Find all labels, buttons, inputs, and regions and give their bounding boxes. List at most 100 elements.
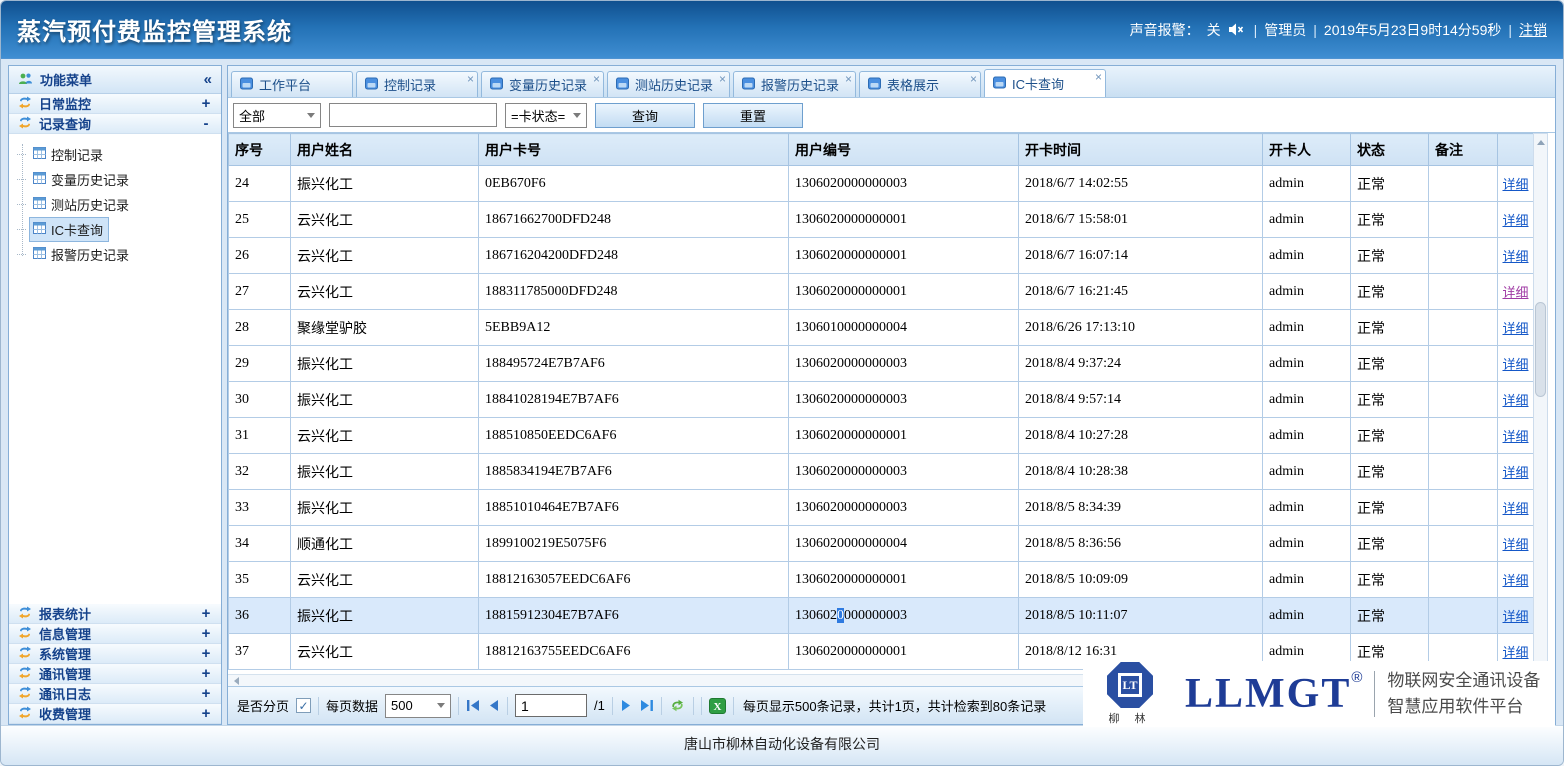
tab-3[interactable]: 测站历史记录 × [607, 71, 730, 97]
tab-close-icon[interactable]: × [593, 73, 600, 85]
sidebar-tree-item[interactable]: 变量历史记录 [9, 167, 221, 192]
detail-link[interactable]: 详细 [1502, 285, 1528, 300]
speaker-muted-icon[interactable] [1228, 22, 1247, 37]
detail-link[interactable]: 详细 [1502, 537, 1528, 552]
detail-link[interactable]: 详细 [1502, 357, 1528, 372]
next-page-button[interactable] [620, 699, 632, 712]
detail-link[interactable]: 详细 [1502, 177, 1528, 192]
sidebar-group[interactable]: 记录查询 - [9, 114, 221, 134]
search-input[interactable] [329, 103, 497, 127]
tab-4[interactable]: 报警历史记录 × [733, 71, 856, 97]
cell-status: 正常 [1351, 598, 1429, 634]
detail-link[interactable]: 详细 [1502, 609, 1528, 624]
page-number-input[interactable] [515, 694, 587, 717]
cell-operator: admin [1263, 598, 1351, 634]
query-button[interactable]: 查询 [595, 103, 695, 128]
tab-close-icon[interactable]: × [1095, 71, 1102, 83]
detail-link[interactable]: 详细 [1502, 321, 1528, 336]
table-row[interactable]: 28 聚缘堂驴胶 5EBB9A12 1306010000000004 2018/… [229, 310, 1534, 346]
sidebar-tree-item[interactable]: 控制记录 [9, 142, 221, 167]
detail-link[interactable]: 详细 [1502, 501, 1528, 516]
table-row[interactable]: 34 顺通化工 1899100219E5075F6 13060200000000… [229, 526, 1534, 562]
table-row[interactable]: 30 振兴化工 18841028194E7B7AF6 1306020000000… [229, 382, 1534, 418]
detail-link[interactable]: 详细 [1502, 429, 1528, 444]
detail-link[interactable]: 详细 [1502, 249, 1528, 264]
paginate-checkbox[interactable]: ✓ [296, 698, 311, 713]
document-icon [993, 76, 1006, 92]
filter-field-select[interactable]: 全部 [233, 103, 321, 128]
tab-close-icon[interactable]: × [845, 73, 852, 85]
table-row[interactable]: 24 振兴化工 0EB670F6 1306020000000003 2018/6… [229, 166, 1534, 202]
cell-card-no: 18812163057EEDC6AF6 [479, 562, 789, 598]
detail-link[interactable]: 详细 [1502, 465, 1528, 480]
sidebar-group[interactable]: 通讯日志 + [9, 684, 221, 704]
tab-label: 变量历史记录 [509, 75, 587, 94]
sidebar-tree-item[interactable]: 测站历史记录 [9, 192, 221, 217]
table-row[interactable]: 27 云兴化工 188311785000DFD248 1306020000000… [229, 274, 1534, 310]
sound-alarm-state[interactable]: 关 [1207, 20, 1221, 40]
expand-toggle-icon[interactable]: - [200, 115, 212, 132]
export-excel-icon[interactable]: X [709, 698, 726, 714]
sidebar-group[interactable]: 系统管理 + [9, 644, 221, 664]
tab-2[interactable]: 变量历史记录 × [481, 71, 604, 97]
sidebar-group[interactable]: 通讯管理 + [9, 664, 221, 684]
expand-toggle-icon[interactable]: + [200, 665, 212, 682]
table-row[interactable]: 29 振兴化工 188495724E7B7AF6 130602000000000… [229, 346, 1534, 382]
sidebar-group[interactable]: 收费管理 + [9, 704, 221, 724]
expand-toggle-icon[interactable]: + [200, 605, 212, 622]
tab-close-icon[interactable]: × [970, 73, 977, 85]
table-row[interactable]: 32 振兴化工 1885834194E7B7AF6 13060200000000… [229, 454, 1534, 490]
sidebar-group[interactable]: 日常监控 + [9, 94, 221, 114]
tab-5[interactable]: 表格展示 × [859, 71, 981, 97]
tab-1[interactable]: 控制记录 × [356, 71, 478, 97]
separator: | [1254, 22, 1258, 38]
table-row[interactable]: 33 振兴化工 18851010464E7B7AF6 1306020000000… [229, 490, 1534, 526]
sidebar-group[interactable]: 报表统计 + [9, 604, 221, 624]
logout-link[interactable]: 注销 [1519, 20, 1547, 40]
sidebar-tree-item[interactable]: IC卡查询 [9, 217, 221, 242]
table-row[interactable]: 36 振兴化工 18815912304E7B7AF6 1306020000000… [229, 598, 1534, 634]
cell-card-no: 188495724E7B7AF6 [479, 346, 789, 382]
detail-link[interactable]: 详细 [1502, 573, 1528, 588]
logo-stamp-text: 柳 林 [1087, 710, 1173, 726]
chevron-down-icon [307, 113, 315, 118]
expand-toggle-icon[interactable]: + [200, 95, 212, 112]
table-row[interactable]: 26 云兴化工 186716204200DFD248 1306020000000… [229, 238, 1534, 274]
vertical-scrollbar-thumb[interactable] [1535, 302, 1546, 397]
sidebar-header: 功能菜单 « [9, 66, 221, 94]
refresh-icon[interactable] [669, 698, 686, 713]
card-state-select[interactable]: =卡状态= [505, 103, 587, 128]
tab-close-icon[interactable]: × [467, 73, 474, 85]
page-size-select[interactable]: 500 [385, 694, 451, 718]
svg-text:X: X [713, 701, 721, 713]
detail-link[interactable]: 详细 [1502, 645, 1528, 660]
first-page-button[interactable] [466, 699, 481, 712]
cell-remark [1429, 382, 1498, 418]
table-row[interactable]: 35 云兴化工 18812163057EEDC6AF6 130602000000… [229, 562, 1534, 598]
expand-toggle-icon[interactable]: + [200, 625, 212, 642]
reset-button[interactable]: 重置 [703, 103, 803, 128]
expand-toggle-icon[interactable]: + [200, 645, 212, 662]
table-row[interactable]: 31 云兴化工 188510850EEDC6AF6 13060200000000… [229, 418, 1534, 454]
sidebar-group[interactable]: 信息管理 + [9, 624, 221, 644]
header-right: 声音报警： 关 | 管理员 | 2019年5月23日9时14分59秒 | 注销 [1130, 20, 1547, 40]
scroll-left-icon[interactable] [228, 675, 244, 686]
tab-close-icon[interactable]: × [719, 73, 726, 85]
tab-6[interactable]: IC卡查询 × [984, 69, 1106, 97]
vertical-scrollbar[interactable] [1533, 133, 1548, 674]
detail-link[interactable]: 详细 [1502, 213, 1528, 228]
previous-page-button[interactable] [488, 699, 500, 712]
page-total-label: /1 [594, 698, 605, 713]
sidebar-tree-item[interactable]: 报警历史记录 [9, 242, 221, 267]
last-page-button[interactable] [639, 699, 654, 712]
tab-0[interactable]: 工作平台 × [231, 71, 353, 97]
cell-no: 36 [229, 598, 291, 634]
expand-toggle-icon[interactable]: + [200, 685, 212, 702]
expand-toggle-icon[interactable]: + [200, 705, 212, 722]
cell-operator: admin [1263, 382, 1351, 418]
detail-link[interactable]: 详细 [1502, 393, 1528, 408]
collapse-sidebar-icon[interactable]: « [204, 71, 212, 88]
table-row[interactable]: 25 云兴化工 18671662700DFD248 13060200000000… [229, 202, 1534, 238]
scroll-up-icon[interactable] [1534, 135, 1547, 150]
cell-remark [1429, 418, 1498, 454]
